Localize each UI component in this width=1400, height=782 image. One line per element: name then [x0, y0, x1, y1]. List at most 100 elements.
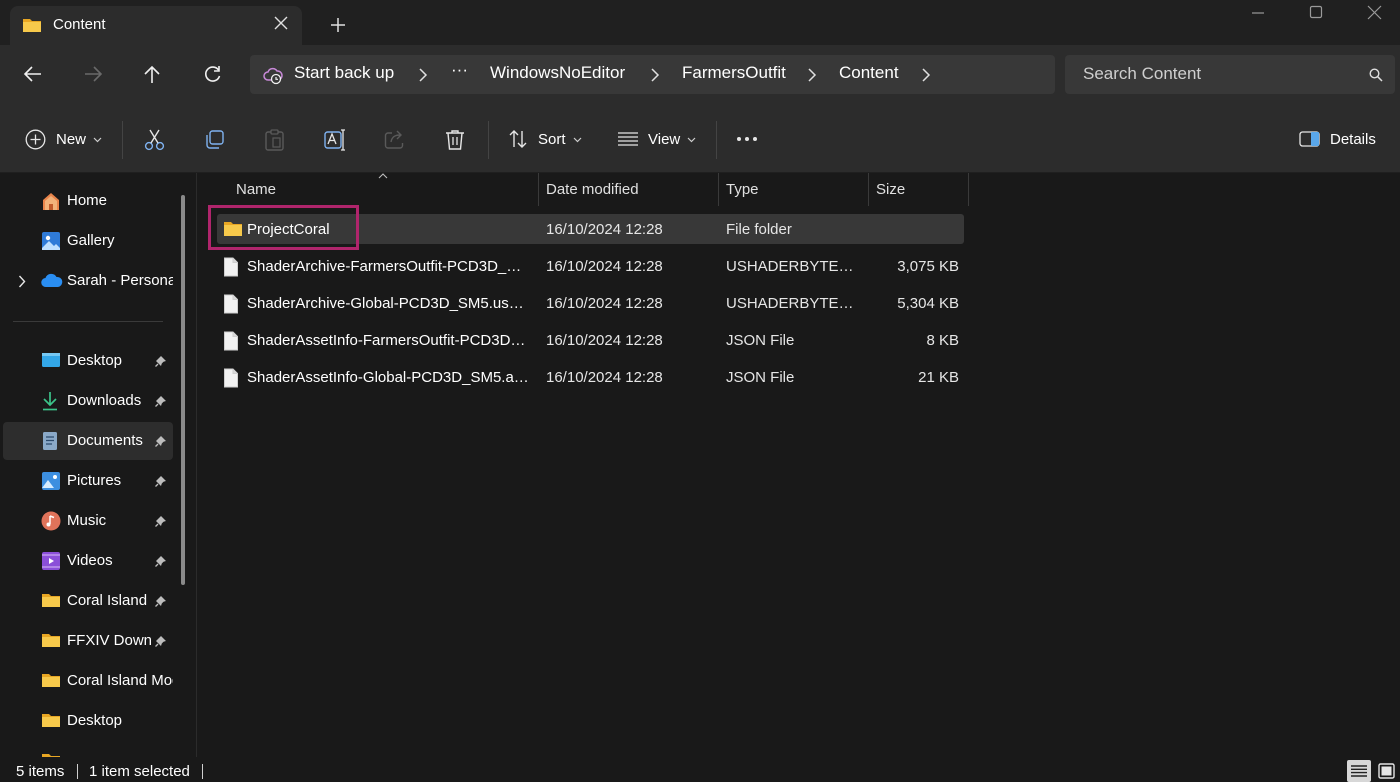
- sidebar-item-coral-island-mods[interactable]: Coral Island Mods: [3, 662, 173, 700]
- chevron-right-icon[interactable]: [807, 68, 817, 82]
- sidebar-item-ffxiv-downloads[interactable]: FFXIV Downloads: [3, 622, 173, 660]
- sort-ascending-icon: [378, 173, 388, 179]
- sidebar-item-coral-island[interactable]: Coral Island: [3, 582, 173, 620]
- item-count: 5 items: [16, 763, 65, 780]
- column-divider[interactable]: [718, 173, 719, 206]
- sidebar-item-desktop-folder[interactable]: Desktop: [3, 702, 173, 740]
- cut-icon[interactable]: [144, 129, 165, 151]
- sort-button[interactable]: Sort: [500, 119, 592, 159]
- sidebar-item-label: Coral Island Mods: [67, 672, 173, 689]
- selection-count: 1 item selected: [89, 763, 190, 780]
- address-bar[interactable]: Start back up ··· WindowsNoEditor Farmer…: [250, 55, 1055, 94]
- gallery-icon: [41, 231, 61, 251]
- up-arrow-icon[interactable]: [143, 65, 161, 85]
- breadcrumb-windowsnoeditor[interactable]: WindowsNoEditor: [490, 63, 625, 83]
- chevron-right-icon[interactable]: [18, 275, 26, 288]
- column-header-date[interactable]: Date modified: [546, 181, 639, 198]
- pin-icon[interactable]: [155, 435, 167, 447]
- sidebar-item-documents[interactable]: Documents: [3, 422, 173, 460]
- onedrive-icon: [41, 273, 63, 288]
- close-tab-icon[interactable]: [274, 16, 288, 30]
- pin-icon[interactable]: [155, 355, 167, 367]
- details-view-button[interactable]: [1347, 760, 1371, 782]
- sidebar-scrollbar[interactable]: [181, 195, 185, 585]
- delete-icon[interactable]: [445, 129, 465, 151]
- details-label: Details: [1330, 131, 1376, 148]
- forward-arrow-icon[interactable]: [83, 65, 103, 83]
- chevron-right-icon[interactable]: [650, 68, 660, 82]
- copy-icon[interactable]: [204, 129, 225, 150]
- sidebar-item-downloads[interactable]: Downloads: [3, 382, 173, 420]
- column-header-type[interactable]: Type: [726, 181, 759, 198]
- sidebar-item-onedrive[interactable]: Sarah - Personal: [3, 262, 173, 300]
- toolbar-divider: [488, 121, 489, 159]
- table-row[interactable]: ShaderArchive-Global-PCD3D_SM5.ushaderby…: [217, 288, 964, 318]
- new-button[interactable]: New: [15, 119, 111, 159]
- share-icon[interactable]: [384, 129, 406, 150]
- pin-icon[interactable]: [155, 635, 167, 647]
- view-button[interactable]: View: [610, 119, 705, 159]
- highlight-box: [208, 205, 359, 250]
- paste-icon[interactable]: [264, 129, 285, 151]
- column-divider[interactable]: [868, 173, 869, 206]
- file-type: File folder: [726, 221, 792, 238]
- maximize-icon[interactable]: [1309, 5, 1323, 19]
- sidebar-item-gallery[interactable]: Gallery: [3, 222, 173, 260]
- table-row[interactable]: ShaderArchive-FarmersOutfit-PCD3D_SM5.us…: [217, 251, 964, 281]
- column-header-size[interactable]: Size: [876, 181, 905, 198]
- sidebar-item-home[interactable]: Home: [3, 182, 173, 220]
- breadcrumb-start-back-up[interactable]: Start back up: [294, 63, 394, 83]
- sidebar-item-label: Sarah - Personal: [67, 272, 173, 289]
- search-input[interactable]: Search Content: [1065, 55, 1395, 94]
- toolbar-divider: [122, 121, 123, 159]
- chevron-down-icon: [573, 137, 582, 143]
- breadcrumb-content[interactable]: Content: [839, 63, 899, 83]
- more-options-icon[interactable]: [736, 136, 758, 142]
- sidebar-item-music[interactable]: Music: [3, 502, 173, 540]
- breadcrumb-farmersoutfit[interactable]: FarmersOutfit: [682, 63, 786, 83]
- folder-icon: [41, 671, 61, 689]
- file-size: 8 KB: [926, 332, 959, 349]
- chevron-right-icon[interactable]: [921, 68, 931, 82]
- pin-icon[interactable]: [155, 475, 167, 487]
- file-type: USHADERBYTECODE File: [726, 295, 861, 312]
- pin-icon[interactable]: [155, 595, 167, 607]
- file-date: 16/10/2024 12:28: [546, 369, 663, 386]
- pin-icon[interactable]: [155, 395, 167, 407]
- desktop-icon: [41, 351, 61, 369]
- command-bar: New Sort View Details: [0, 105, 1400, 173]
- folder-icon: [41, 591, 61, 609]
- search-placeholder: Search Content: [1083, 64, 1202, 83]
- back-arrow-icon[interactable]: [23, 65, 43, 83]
- file-date: 16/10/2024 12:28: [546, 332, 663, 349]
- sidebar-item-desktop[interactable]: Desktop: [3, 342, 173, 380]
- status-divider: [202, 764, 203, 779]
- add-circle-icon: [25, 129, 46, 150]
- table-row[interactable]: ShaderAssetInfo-FarmersOutfit-PCD3D_SM5.…: [217, 325, 964, 355]
- new-tab-icon[interactable]: [329, 16, 347, 34]
- file-list: Name Date modified Type Size ProjectCora…: [197, 173, 1400, 757]
- tab-content[interactable]: Content: [10, 6, 302, 45]
- column-header-name[interactable]: Name: [236, 181, 276, 198]
- table-row[interactable]: ShaderAssetInfo-Global-PCD3D_SM5.assetin…: [217, 362, 964, 392]
- refresh-icon[interactable]: [203, 65, 222, 84]
- file-name: ShaderArchive-FarmersOutfit-PCD3D_SM5.us…: [247, 258, 531, 275]
- home-icon: [41, 191, 61, 211]
- close-window-icon[interactable]: [1367, 5, 1382, 20]
- column-divider[interactable]: [538, 173, 539, 206]
- chevron-right-icon[interactable]: [418, 68, 428, 82]
- column-divider[interactable]: [968, 173, 969, 206]
- minimize-icon[interactable]: [1251, 8, 1265, 18]
- rename-icon[interactable]: [324, 129, 346, 151]
- details-button[interactable]: Details: [1290, 119, 1386, 159]
- sidebar-item-partial[interactable]: [3, 742, 173, 757]
- sidebar-item-videos[interactable]: Videos: [3, 542, 173, 580]
- pin-icon[interactable]: [155, 515, 167, 527]
- breadcrumb-overflow[interactable]: ···: [451, 60, 468, 80]
- chevron-down-icon: [687, 137, 696, 143]
- pin-icon[interactable]: [155, 555, 167, 567]
- sidebar-item-pictures[interactable]: Pictures: [3, 462, 173, 500]
- navigation-bar: Start back up ··· WindowsNoEditor Farmer…: [0, 45, 1400, 105]
- sort-icon: [508, 129, 528, 149]
- tiles-view-button[interactable]: [1374, 760, 1398, 782]
